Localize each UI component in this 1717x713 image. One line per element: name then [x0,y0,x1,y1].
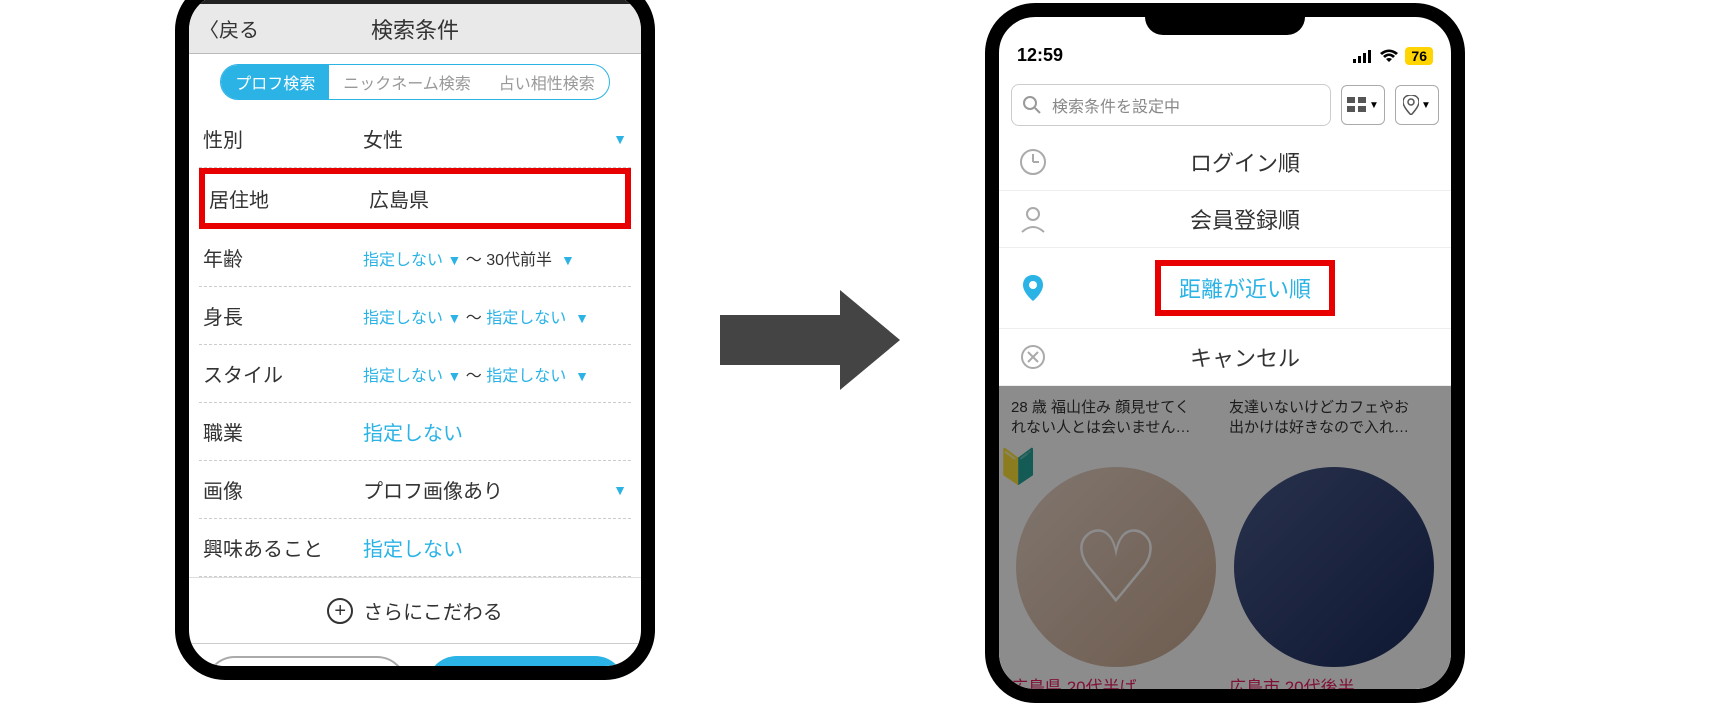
results-grid: 28 歳 福山住み 顔見せてく れない人とは会いません… 友達いないけどカフェや… [999,386,1451,703]
sort-login-label: ログイン順 [1053,146,1437,178]
tab-nickname-search[interactable]: ニックネーム検索 [329,65,485,99]
grid-view-button[interactable]: ▼ [1341,85,1385,125]
user-icon [1013,204,1053,234]
close-icon [1013,344,1053,370]
sort-distance-label: 距離が近い順 [1155,260,1335,316]
result-card[interactable]: 広島市 20代後半 いいね見ないので話しかけ てくれたら気付きます✨… [1225,457,1443,703]
sort-distance-order[interactable]: 距離が近い順 [999,248,1451,329]
nav-bar: 〈 戻る 検索条件 [189,4,641,54]
more-conditions-button[interactable]: + さらにこだわる [189,577,641,643]
card-location: 広島県 20代半ば [1011,678,1137,697]
card-location: 広島市 20代後半 [1229,678,1355,697]
search-button[interactable]: 検索する [427,656,625,680]
card-desc: 友達いないけどカフェやお 出かけは好きなので入れ… [1229,398,1439,437]
gender-value: 女性 [363,124,613,153]
row-interest[interactable]: 興味あること 指定しない [199,519,631,577]
style-label: スタイル [203,359,363,388]
avatar [1234,467,1434,667]
gender-label: 性別 [203,124,363,153]
tab-profile-search[interactable]: プロフ検索 [221,65,329,99]
sort-cancel-label: キャンセル [1053,341,1437,373]
card-desc: いいね見ないので話しかけ てくれたら気付きます✨… [1229,698,1439,703]
status-time: 12:59 [1017,45,1063,66]
result-card[interactable]: 友達いないけどカフェやお 出かけは好きなので入れ… [1225,394,1443,441]
sort-login-order[interactable]: ログイン順 [999,134,1451,191]
avatar: ♡ [1016,467,1216,667]
clock-icon [1013,147,1053,177]
job-label: 職業 [203,417,363,446]
heart-scribble-icon: ♡ [1016,467,1216,667]
sort-register-order[interactable]: 会員登録順 [999,191,1451,248]
phone-sort-options: 12:59 76 検索条件を設定中 ▼ ▼ [985,3,1465,703]
status-bar: 12:59 76 [999,35,1451,76]
arrow-icon [720,290,900,390]
reset-button[interactable]: リセット [205,656,407,680]
back-button[interactable]: 〈 戻る [199,14,259,43]
result-card[interactable]: ♡ 広島県 20代半ば はじめまして！ 恋人探しで はありません😄 居住地も… [1007,457,1225,703]
row-style[interactable]: スタイル 指定しない ▼ ～ 指定しない ▼ [199,345,631,403]
row-gender[interactable]: 性別 女性 ▼ [199,110,631,168]
row-residence[interactable]: 居住地 広島県 [199,168,631,229]
search-input[interactable]: 検索条件を設定中 [1011,84,1331,126]
search-icon [1022,95,1042,115]
card-desc: はじめまして！ 恋人探しで はありません😄 居住地も… [1011,698,1221,703]
card-desc: 28 歳 福山住み 顔見せてく れない人とは会いません… [1011,398,1221,437]
row-age[interactable]: 年齢 指定しない ▼ ～ 30代前半 ▼ [199,229,631,287]
search-type-tabs: プロフ検索 ニックネーム検索 占い相性検索 [220,64,610,100]
sort-register-label: 会員登録順 [1053,203,1437,235]
beginner-badge-icon: 🔰 [997,447,1039,487]
image-value: プロフ画像あり [363,475,613,504]
chevron-left-icon: 〈 [199,14,219,43]
more-label: さらにこだわる [363,596,503,625]
back-label: 戻る [219,14,259,43]
plus-icon: + [327,598,353,624]
phone-search-conditions: 〈 戻る 検索条件 プロフ検索 ニックネーム検索 占い相性検索 性別 女性 ▼ … [175,0,655,680]
job-value: 指定しない [363,417,627,446]
row-image[interactable]: 画像 プロフ画像あり ▼ [199,461,631,519]
age-label: 年齢 [203,243,363,272]
chevron-down-icon: ▼ [613,131,627,147]
row-job[interactable]: 職業 指定しない [199,403,631,461]
height-label: 身長 [203,301,363,330]
sort-cancel[interactable]: キャンセル [999,329,1451,386]
wifi-icon [1379,49,1399,63]
battery-level: 76 [1405,47,1433,65]
interest-label: 興味あること [203,533,363,562]
row-height[interactable]: 身長 指定しない ▼ ～ 指定しない ▼ [199,287,631,345]
image-label: 画像 [203,475,363,504]
interest-value: 指定しない [363,533,627,562]
location-button[interactable]: ▼ [1395,85,1439,125]
pin-icon [1013,273,1053,303]
page-title: 検索条件 [371,13,459,45]
chevron-down-icon: ▼ [613,482,627,498]
search-placeholder: 検索条件を設定中 [1052,93,1180,117]
result-card[interactable]: 28 歳 福山住み 顔見せてく れない人とは会いません… [1007,394,1225,441]
residence-label: 居住地 [209,184,369,213]
signal-icon [1353,49,1373,63]
tab-fortune-search[interactable]: 占い相性検索 [485,65,609,99]
residence-value: 広島県 [369,184,621,213]
